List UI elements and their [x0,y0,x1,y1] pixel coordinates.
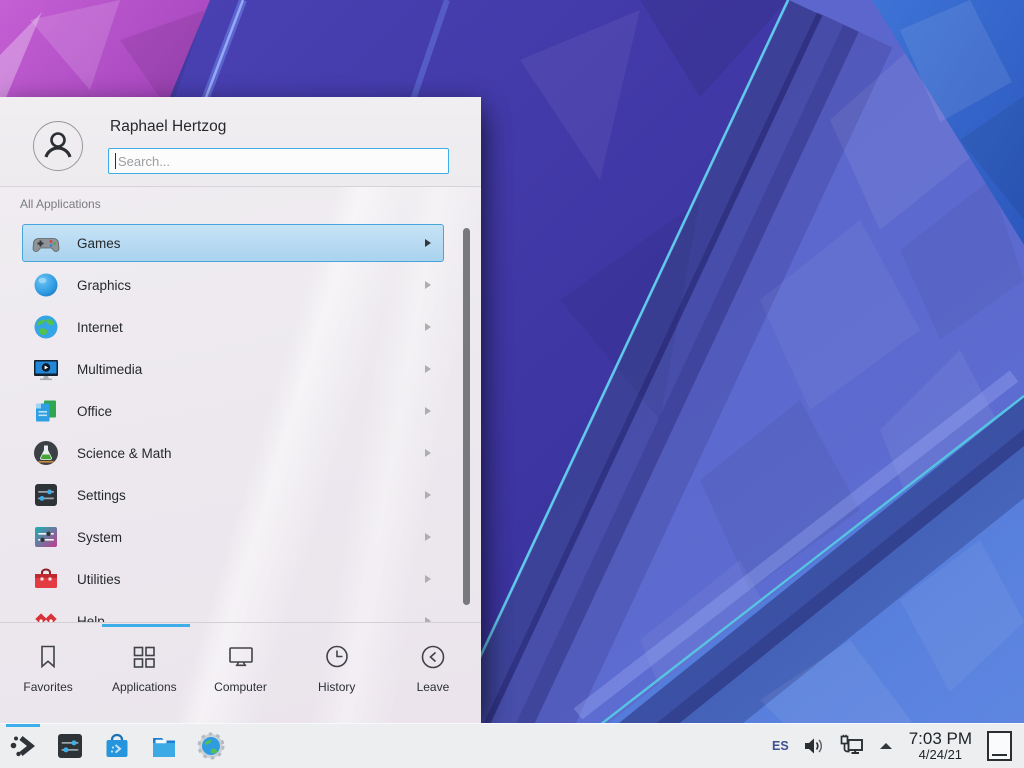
tab-favorites[interactable]: Favorites [0,628,96,723]
taskbar-panel: ES 7:03 PM 4/24/21 [0,723,1024,768]
media-monitor-icon [32,355,60,383]
application-launcher-popup: Raphael Hertzog All Applications Games [0,97,481,723]
menu-item-label: System [77,530,425,545]
tab-leave[interactable]: Leave [385,628,481,723]
submenu-arrow-icon [425,281,431,289]
life-ring-icon [32,607,60,622]
launcher-header: Raphael Hertzog [0,97,481,186]
menu-item-label: Games [77,236,425,251]
show-desktop-button[interactable] [987,731,1012,761]
menu-item-utilities[interactable]: Utilities [22,560,444,598]
menu-item-label: Science & Math [77,446,425,461]
submenu-arrow-icon [425,449,431,457]
tab-applications[interactable]: Applications [96,628,192,723]
flask-icon [32,439,60,467]
text-cursor [115,153,116,169]
discover-button[interactable] [99,724,135,768]
graphics-sphere-icon [32,271,60,299]
keyboard-layout-indicator[interactable]: ES [772,739,789,753]
tab-history[interactable]: History [289,628,385,723]
submenu-arrow-icon [425,323,431,331]
category-list: Games Graphics [22,224,444,622]
toolbox-icon [32,565,60,593]
bookmark-icon [34,643,62,671]
menu-item-help[interactable]: Help [22,602,444,622]
tab-label: Computer [214,680,267,694]
user-icon [39,127,77,165]
menu-item-games[interactable]: Games [22,224,444,262]
user-avatar[interactable] [33,121,83,171]
section-label: All Applications [20,197,101,211]
discover-bag-icon [102,731,132,761]
system-settings-button[interactable] [52,724,88,768]
list-scrollbar[interactable] [463,228,470,605]
menu-item-label: Multimedia [77,362,425,377]
menu-item-label: Office [77,404,425,419]
tab-label: History [318,680,355,694]
grid-icon [130,643,158,671]
user-name: Raphael Hertzog [110,118,226,136]
menu-item-label: Internet [77,320,425,335]
volume-icon[interactable] [802,734,826,758]
submenu-arrow-icon [425,575,431,583]
submenu-arrow-icon [425,365,431,373]
clock-icon [323,643,351,671]
system-sliders-icon [32,523,60,551]
active-tab-indicator [102,624,190,627]
tab-label: Leave [417,680,450,694]
menu-item-label: Settings [77,488,425,503]
header-separator [0,186,481,187]
clock-date: 4/24/21 [909,748,972,762]
digital-clock[interactable]: 7:03 PM 4/24/21 [909,730,972,761]
clock-time: 7:03 PM [909,730,972,748]
browser-globe-gear-icon [196,731,226,761]
expand-tray-arrow-icon[interactable] [878,740,894,752]
active-launcher-indicator [6,724,40,727]
taskbar-app-icons [0,724,240,768]
network-icon[interactable] [839,733,865,759]
menu-item-system[interactable]: System [22,518,444,556]
kde-launcher-icon [8,731,38,761]
search-field[interactable] [108,148,449,174]
menu-item-multimedia[interactable]: Multimedia [22,350,444,388]
file-manager-button[interactable] [146,724,182,768]
search-input[interactable] [108,148,449,174]
system-tray: ES 7:03 PM 4/24/21 [772,730,1024,761]
menu-item-graphics[interactable]: Graphics [22,266,444,304]
monitor-icon [227,643,255,671]
submenu-arrow-icon [425,239,431,247]
tab-computer[interactable]: Computer [192,628,288,723]
globe-icon [32,313,60,341]
application-launcher-button[interactable] [5,724,41,768]
gamepad-icon [32,229,60,257]
folder-icon [149,731,179,761]
web-browser-button[interactable] [193,724,229,768]
documents-icon [32,397,60,425]
menu-item-label: Graphics [77,278,425,293]
menu-item-office[interactable]: Office [22,392,444,430]
menu-item-label: Utilities [77,572,425,587]
sliders-icon [32,481,60,509]
tab-label: Applications [112,680,177,694]
launcher-tabbar: Favorites Applications Computer History [0,628,481,723]
show-desktop-glyph [992,754,1007,756]
submenu-arrow-icon [425,407,431,415]
menu-item-settings[interactable]: Settings [22,476,444,514]
tabbar-separator [0,622,481,623]
submenu-arrow-icon [425,533,431,541]
system-settings-icon [55,731,85,761]
menu-item-science-math[interactable]: Science & Math [22,434,444,472]
menu-item-label: Help [77,614,425,623]
menu-item-internet[interactable]: Internet [22,308,444,346]
submenu-arrow-icon [425,491,431,499]
tab-label: Favorites [23,680,72,694]
leave-icon [419,643,447,671]
